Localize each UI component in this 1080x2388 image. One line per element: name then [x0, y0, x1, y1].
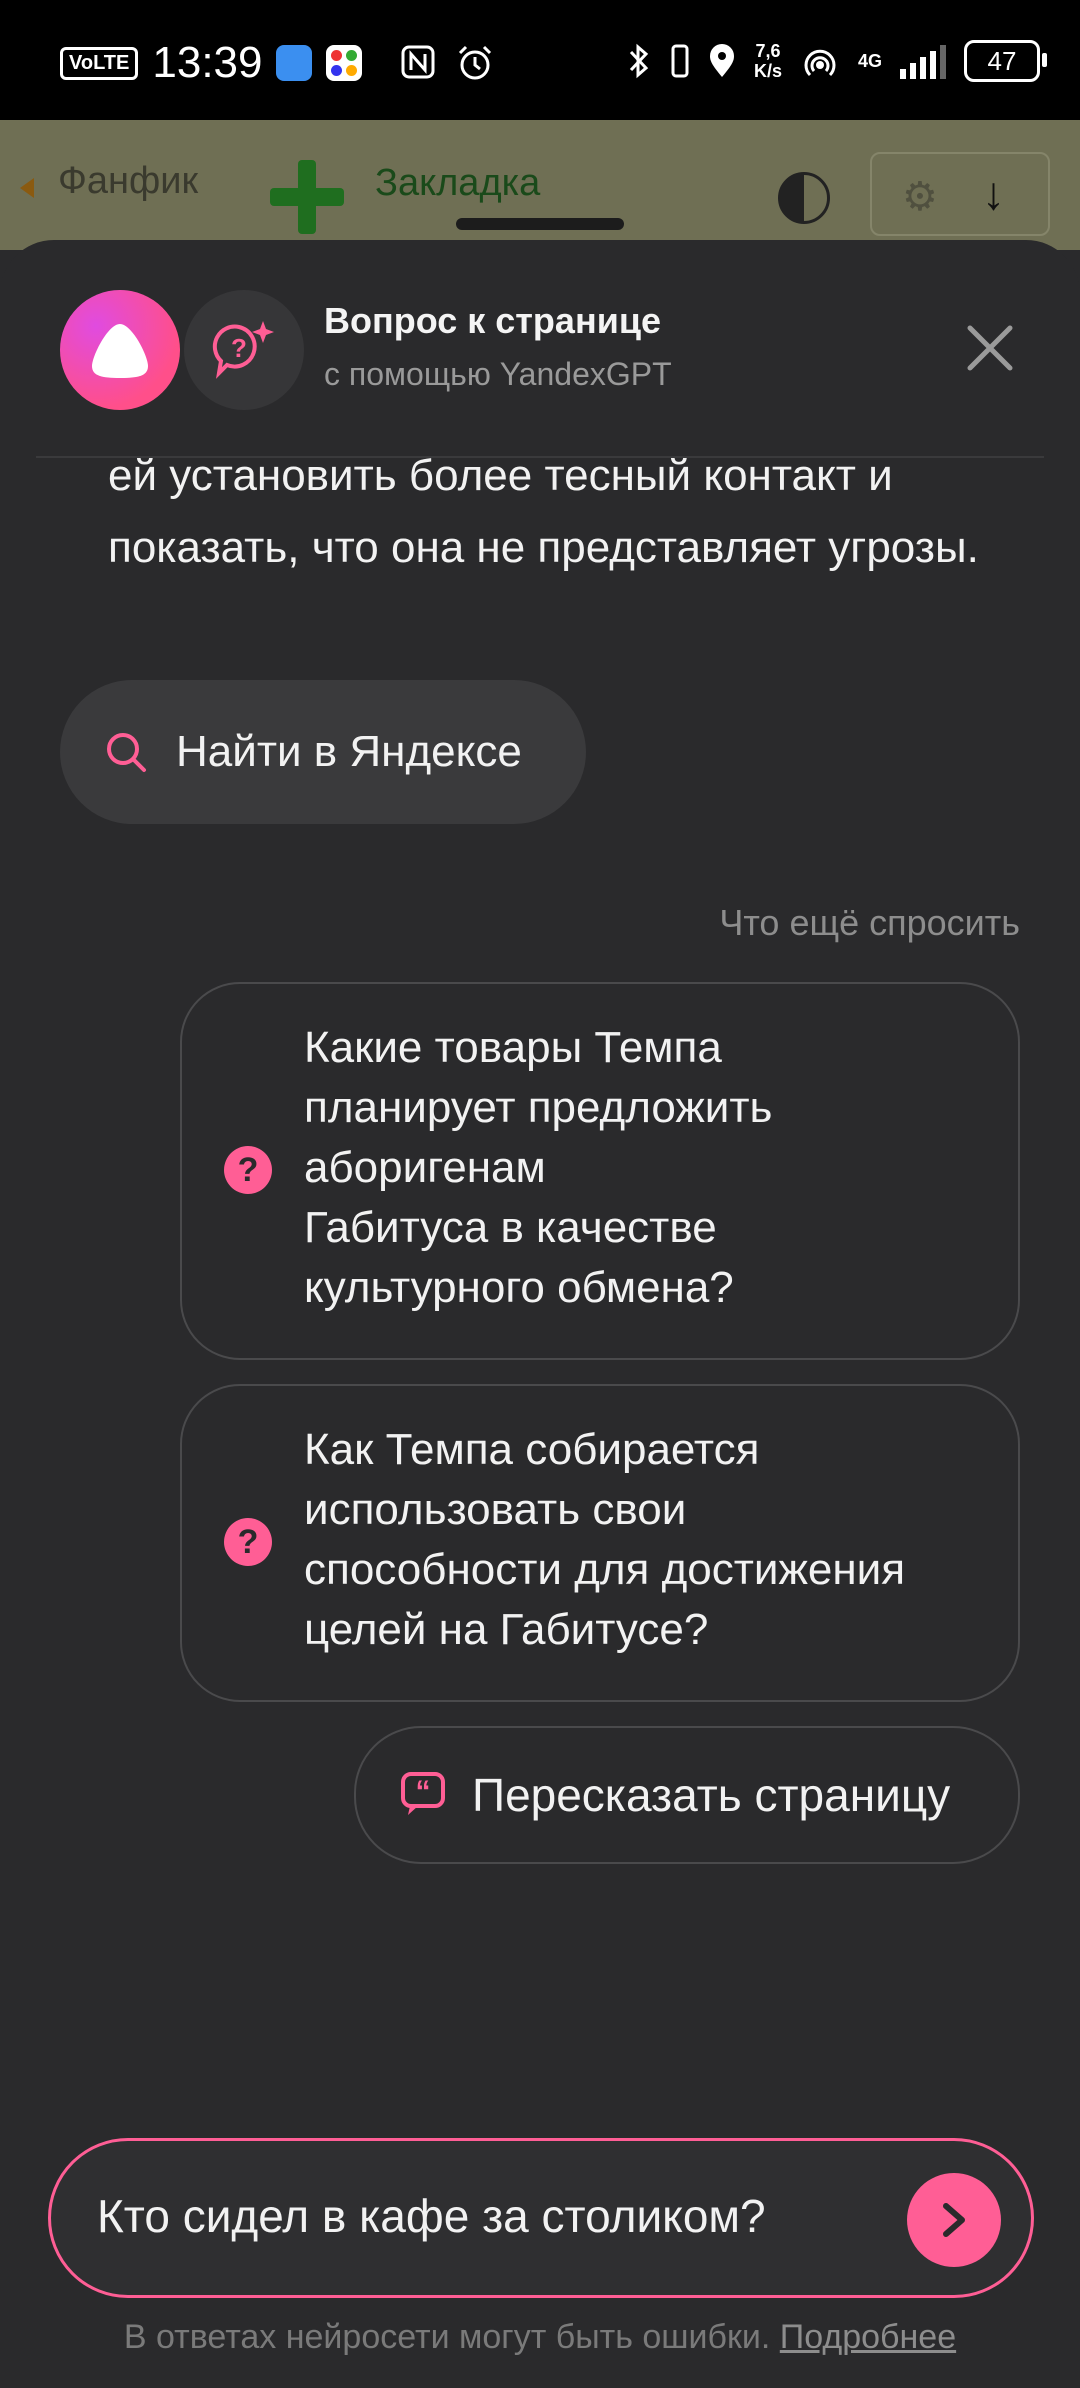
- back-arrow-icon: [20, 178, 34, 198]
- alice-logo[interactable]: [60, 290, 180, 410]
- question-input-value[interactable]: Кто сидел в кафе за столиком?: [97, 2189, 766, 2243]
- quote-icon: “: [401, 1772, 445, 1815]
- gear-icon: ⚙: [902, 175, 938, 219]
- question-icon: ?: [224, 1146, 272, 1194]
- battery-indicator: 47: [964, 40, 1047, 82]
- background-back-link: Фанфик: [58, 160, 199, 202]
- chevron-right-icon: [943, 2203, 965, 2237]
- bluetooth-icon: [629, 43, 649, 79]
- signal-icon: [900, 43, 946, 79]
- suggestion-chip[interactable]: ? Какие товары Темпа планирует предложит…: [180, 982, 1020, 1360]
- page-question-mode-button[interactable]: ?: [184, 290, 304, 410]
- question-input[interactable]: Кто сидел в кафе за столиком?: [48, 2138, 1034, 2298]
- app-notification-icon: [326, 45, 363, 81]
- location-icon: [709, 44, 734, 77]
- search-icon: [107, 733, 146, 772]
- disclaimer-text: В ответах нейросети могут быть ошибки.: [123, 2318, 771, 2356]
- network-speed: 7,6 K/s: [753, 41, 782, 81]
- arrow-down-icon: ↓: [982, 167, 1005, 219]
- close-icon[interactable]: [960, 318, 1020, 378]
- mail-notification-icon: [276, 45, 313, 81]
- suggestion-text: Как Темпа собирается использовать свои с…: [304, 1425, 906, 1654]
- learn-more-link[interactable]: Подробнее: [780, 2318, 956, 2356]
- status-bar: VoLTE 13:39 7,6 K/s 4G 47: [0, 0, 1080, 120]
- background-page-toolbar: Фанфик Закладка ⚙ ↓: [0, 120, 1080, 250]
- suggestion-text: Какие товары Темпа планирует предложить …: [304, 1023, 773, 1312]
- alarm-icon: [458, 45, 492, 80]
- suggestions-heading: Что ещё спросить: [719, 902, 1020, 943]
- alice-icon: [92, 324, 148, 378]
- background-settings-button: ⚙ ↓: [870, 152, 1050, 236]
- background-bookmark-label: Закладка: [375, 162, 541, 204]
- search-yandex-button[interactable]: Найти в Яндексе: [60, 680, 586, 824]
- vibrate-icon: [671, 44, 689, 78]
- retell-page-label: Пересказать страницу: [472, 1769, 951, 1821]
- clock: 13:39: [152, 38, 263, 87]
- question-sparkle-icon: ?: [212, 321, 274, 379]
- send-button[interactable]: [907, 2173, 1001, 2267]
- hotspot-icon: [804, 49, 836, 77]
- search-yandex-label: Найти в Яндексе: [176, 727, 522, 776]
- nfc-icon: [401, 45, 435, 79]
- suggestion-chip[interactable]: ? Как Темпа собирается использовать свои…: [180, 1384, 1020, 1702]
- answer-text: ей установить более тесный контакт и пок…: [108, 451, 979, 572]
- plus-icon: [270, 160, 344, 234]
- volte-indicator: VoLTE: [60, 46, 139, 80]
- sheet-drag-handle[interactable]: [456, 218, 624, 230]
- svg-text:?: ?: [231, 333, 247, 363]
- disclaimer: В ответах нейросети могут быть ошибки. П…: [0, 2318, 1080, 2357]
- retell-page-button[interactable]: “ Пересказать страницу: [354, 1726, 1020, 1864]
- header-divider: [36, 456, 1044, 458]
- network-type: 4G: [857, 50, 882, 71]
- sheet-subtitle: с помощью YandexGPT: [324, 356, 672, 392]
- svg-text:“: “: [416, 1775, 431, 1808]
- sheet-title: Вопрос к странице: [324, 300, 661, 341]
- contrast-icon: [778, 172, 830, 224]
- question-icon: ?: [224, 1518, 272, 1566]
